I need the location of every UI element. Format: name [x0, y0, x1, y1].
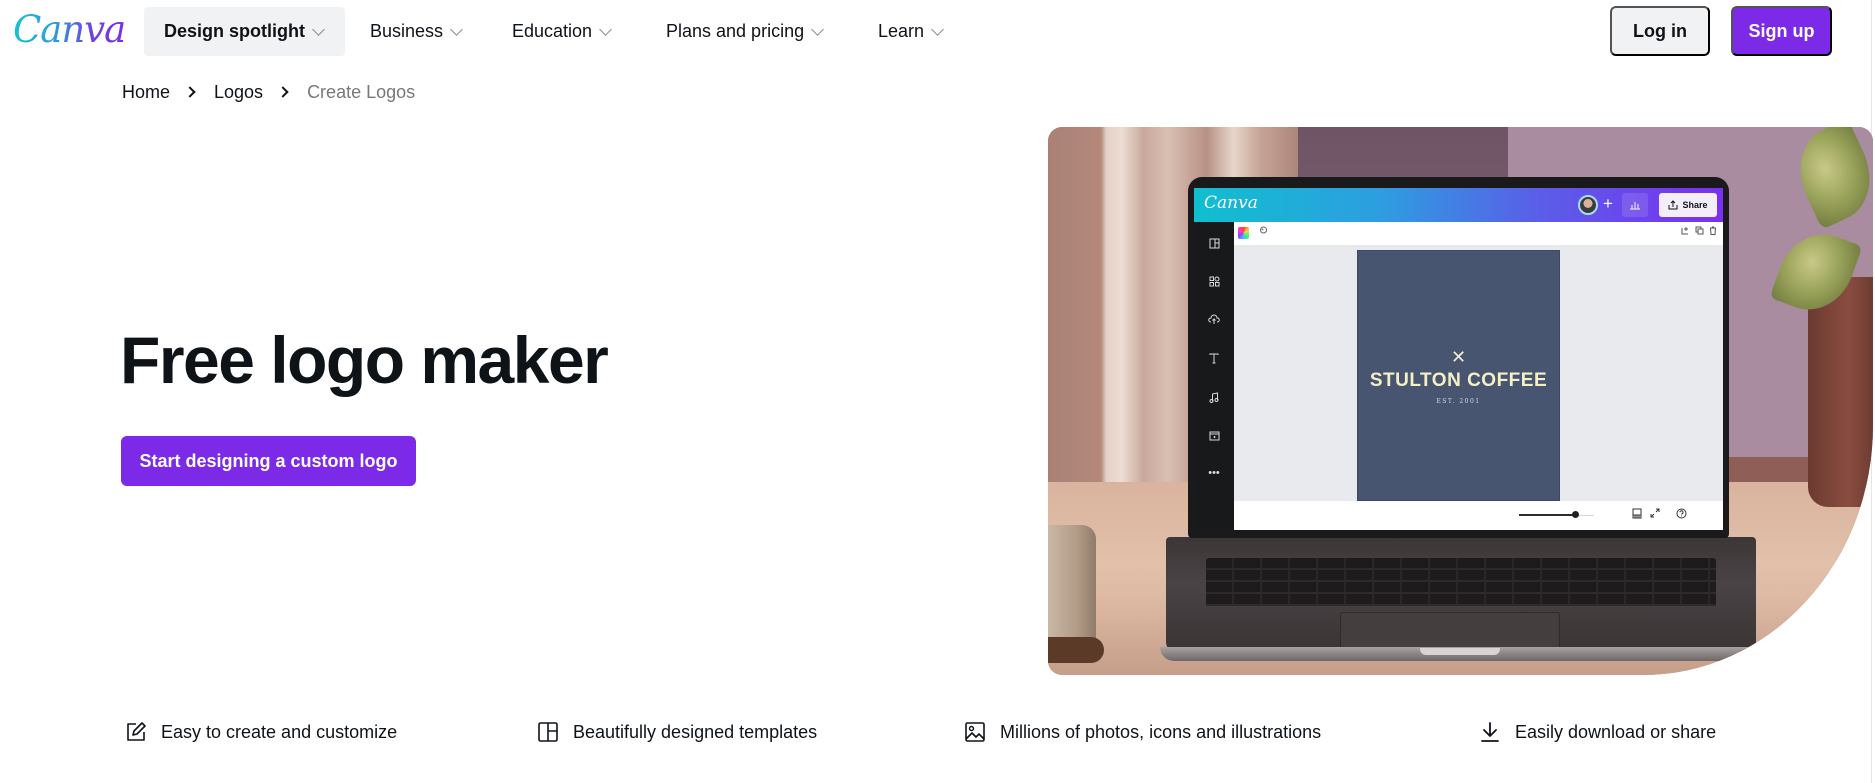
elements-icon	[1206, 273, 1222, 289]
templates-icon	[1206, 235, 1222, 251]
style-icon	[1259, 226, 1268, 237]
more-icon: •••	[1208, 467, 1220, 479]
editor-logo: Canva	[1204, 193, 1258, 213]
nav-item-learn[interactable]: Learn	[858, 7, 962, 56]
chevron-down-icon	[450, 22, 463, 36]
add-page-icon	[1681, 226, 1690, 237]
uploads-icon	[1206, 311, 1222, 327]
image-icon	[963, 720, 987, 744]
nav-item-design-spotlight[interactable]: Design spotlight	[144, 7, 345, 56]
feature-label: Millions of photos, icons and illustrati…	[1000, 721, 1322, 742]
feature-label: Easily download or share	[1515, 721, 1717, 742]
feature-download-share: Easily download or share	[1478, 718, 1716, 746]
feature-media-library: Millions of photos, icons and illustrati…	[963, 718, 1321, 746]
design-subtitle: EST. 2001	[1436, 398, 1481, 405]
pencil-edit-icon	[124, 720, 148, 744]
breadcrumb-current: Create Logos	[307, 81, 416, 102]
audio-icon	[1206, 389, 1222, 405]
color-picker-icon	[1238, 227, 1249, 239]
nav-item-label: Plans and pricing	[666, 21, 805, 41]
help-icon	[1676, 508, 1687, 522]
chevron-down-icon	[312, 22, 325, 36]
avatar	[1578, 195, 1598, 215]
nav-item-education[interactable]: Education	[492, 7, 630, 56]
chevron-down-icon	[599, 22, 612, 36]
design-title: STULTON COFFEE	[1369, 370, 1548, 391]
top-nav: Canva Design spotlight Business Educatio…	[0, 0, 1875, 62]
nav-item-label: Business	[370, 21, 444, 41]
duplicate-icon	[1695, 226, 1704, 237]
videos-icon	[1206, 427, 1222, 443]
laptop-screen: Canva + Share ••• ✕ STULTON COFFEE EST. …	[1194, 188, 1723, 530]
nav-item-business[interactable]: Business	[350, 7, 481, 56]
text-icon	[1206, 350, 1222, 366]
plant-pot	[1808, 277, 1873, 507]
page-view-icon	[1632, 508, 1642, 522]
chart-icon	[1622, 193, 1648, 217]
nav-item-label: Design spotlight	[164, 21, 305, 41]
canva-logo[interactable]: Canva	[13, 8, 126, 52]
plus-icon: +	[1603, 194, 1613, 213]
editor-sidebar: •••	[1194, 222, 1234, 530]
cup	[1048, 525, 1096, 653]
coaster	[1048, 637, 1104, 663]
breadcrumb-logos[interactable]: Logos	[214, 82, 263, 103]
start-designing-button[interactable]: Start designing a custom logo	[121, 436, 416, 486]
feature-label: Beautifully designed templates	[573, 721, 818, 742]
share-icon	[1668, 200, 1678, 210]
chevron-right-icon	[184, 86, 196, 98]
laptop-keyboard	[1206, 558, 1716, 606]
zoom-slider-handle	[1572, 511, 1580, 518]
editor-toolbar	[1234, 222, 1723, 245]
layout-template-icon	[536, 720, 560, 744]
trash-icon	[1709, 226, 1717, 237]
page-title: Free logo maker	[120, 323, 609, 397]
editor-header: Canva + Share	[1194, 188, 1723, 222]
nav-item-label: Learn	[878, 21, 925, 41]
share-button: Share	[1659, 193, 1717, 217]
share-label: Share	[1682, 200, 1708, 210]
feature-easy-create: Easy to create and customize	[124, 718, 397, 746]
breadcrumb: Home Logos Create Logos	[122, 80, 415, 104]
chevron-right-icon	[277, 86, 289, 98]
laptop-trackpad	[1340, 612, 1560, 652]
nav-item-plans-and-pricing[interactable]: Plans and pricing	[646, 7, 842, 56]
crossed-tools-icon: ✕	[1450, 347, 1467, 367]
laptop-notch	[1420, 648, 1500, 655]
editor-footer	[1234, 501, 1723, 530]
zoom-slider-fill	[1519, 514, 1576, 516]
feature-templates: Beautifully designed templates	[536, 718, 817, 746]
login-button[interactable]: Log in	[1610, 6, 1710, 56]
chevron-down-icon	[931, 22, 944, 36]
fullscreen-icon	[1650, 508, 1660, 521]
nav-item-label: Education	[512, 21, 593, 41]
hero-image: Canva + Share ••• ✕ STULTON COFFEE EST. …	[1048, 127, 1873, 675]
breadcrumb-home[interactable]: Home	[122, 82, 170, 103]
chevron-down-icon	[811, 22, 824, 36]
logo-design-canvas: ✕ STULTON COFFEE EST. 2001	[1357, 250, 1560, 501]
signup-button[interactable]: Sign up	[1731, 6, 1832, 56]
download-icon	[1478, 720, 1502, 744]
feature-label: Easy to create and customize	[161, 721, 398, 742]
